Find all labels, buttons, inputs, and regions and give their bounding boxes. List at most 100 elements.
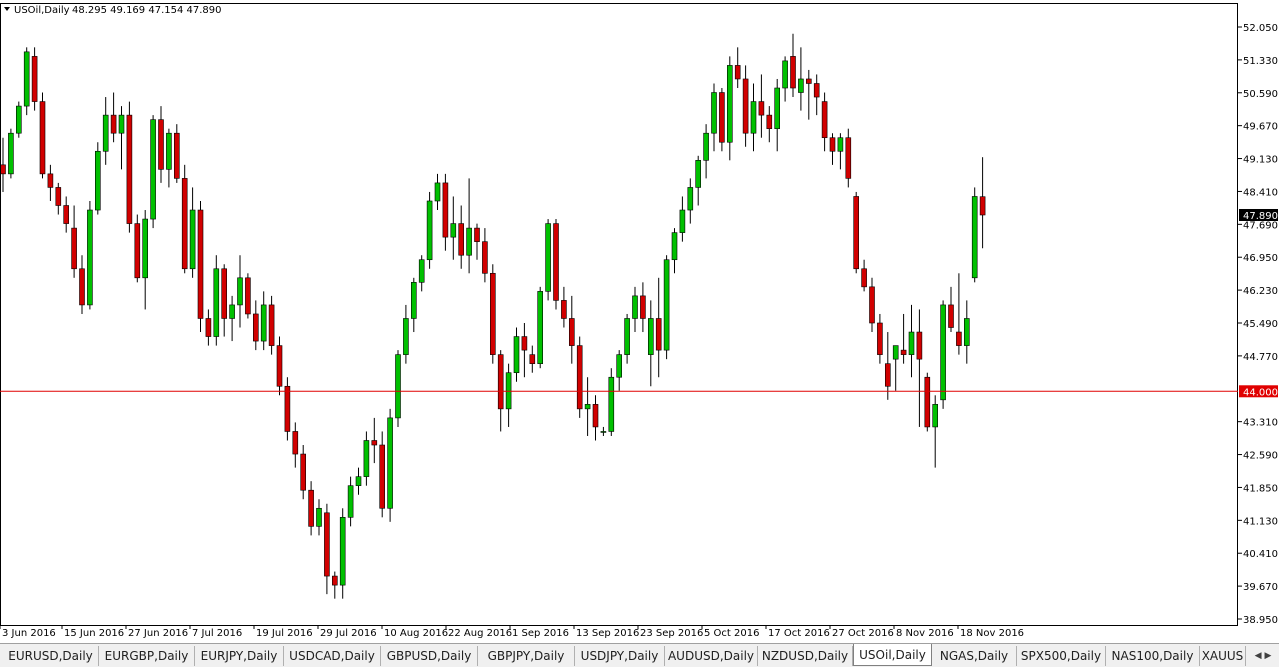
tab-spx500-daily[interactable]: SPX500,Daily bbox=[1017, 646, 1106, 666]
candle bbox=[284, 377, 291, 441]
candle-body-bear bbox=[900, 349, 907, 355]
candle-body-bear bbox=[568, 318, 575, 346]
tab-gbpusd-daily[interactable]: GBPUSD,Daily bbox=[381, 646, 478, 666]
symbol-label: USOil,Daily bbox=[14, 5, 70, 16]
tab-scroll-buttons[interactable]: ◀ ▶ bbox=[1249, 647, 1277, 665]
candle-body-bull bbox=[403, 318, 409, 355]
candle bbox=[339, 508, 346, 599]
candle-body-bull bbox=[347, 485, 354, 518]
candle-body-bear bbox=[948, 304, 954, 328]
level-price-label: 44.000 bbox=[1243, 387, 1278, 398]
candle-body-bear bbox=[758, 101, 765, 116]
tab-usdjpy-daily[interactable]: USDJPY,Daily bbox=[575, 646, 665, 666]
candle bbox=[213, 255, 220, 346]
tab-eurjpy-daily[interactable]: EURJPY,Daily bbox=[195, 646, 284, 666]
candle-body-bull bbox=[355, 476, 362, 486]
tab-xauus[interactable]: XAUUS bbox=[1200, 646, 1246, 666]
candle-body-bear bbox=[47, 173, 54, 188]
candle-body-bull bbox=[410, 282, 417, 319]
candle-body-bull bbox=[624, 318, 630, 355]
candle-body-bull bbox=[971, 196, 978, 279]
candle bbox=[576, 336, 583, 418]
candle bbox=[87, 200, 93, 310]
candle-body-bear bbox=[324, 512, 330, 577]
y-tick-label: 52.050 bbox=[1243, 23, 1278, 34]
candle-body-bull bbox=[316, 507, 322, 527]
tab-nzdusd-daily[interactable]: NZDUSD,Daily bbox=[758, 646, 853, 666]
y-tick-label: 51.330 bbox=[1243, 56, 1278, 67]
candle-body-bear bbox=[268, 304, 275, 346]
candle-body-bull bbox=[450, 223, 457, 238]
tab-eurusd-daily[interactable]: EURUSD,Daily bbox=[3, 646, 99, 666]
candle-body-bull bbox=[395, 354, 401, 419]
candle bbox=[426, 191, 433, 269]
candle-body-bull bbox=[189, 209, 196, 270]
candle-body-bear bbox=[766, 114, 773, 129]
x-tick-label: 1 Sep 2016 bbox=[512, 628, 569, 639]
y-tick-label: 40.410 bbox=[1243, 549, 1278, 560]
candle-body-bull bbox=[102, 114, 109, 152]
candle-body-bull bbox=[229, 304, 235, 319]
tab-eurgbp-daily[interactable]: EURGBP,Daily bbox=[99, 646, 195, 666]
candle-body-bear bbox=[576, 345, 583, 410]
candle bbox=[197, 200, 204, 333]
candle-body-bear bbox=[829, 137, 836, 152]
candle-body-bear bbox=[497, 354, 504, 410]
x-tick-label: 27 Oct 2016 bbox=[832, 628, 894, 639]
candle-body-bear bbox=[379, 444, 386, 509]
tab-usdcad-daily[interactable]: USDCAD,Daily bbox=[284, 646, 381, 666]
candle-body-bear bbox=[640, 295, 646, 319]
candle bbox=[545, 219, 551, 301]
candle-body-bull bbox=[963, 318, 970, 346]
candle-body-bull bbox=[663, 259, 670, 351]
candle-body-bear bbox=[592, 404, 599, 428]
x-tick-label: 17 Oct 2016 bbox=[768, 628, 830, 639]
candle-body-bear bbox=[742, 78, 749, 134]
arrow-left-icon[interactable]: ◀ bbox=[1255, 651, 1262, 661]
candle-body-bull bbox=[632, 295, 638, 319]
y-tick-label: 46.950 bbox=[1243, 253, 1278, 264]
candle-body-bull bbox=[687, 187, 694, 211]
candle-body-bull bbox=[363, 440, 370, 477]
candle bbox=[15, 101, 22, 138]
candle-body-bull bbox=[695, 160, 702, 188]
tab-audusd-daily[interactable]: AUDUSD,Daily bbox=[665, 646, 758, 666]
price-chart[interactable]: 52.05051.33050.59049.67049.13048.41047.6… bbox=[0, 0, 1279, 643]
candle-body-bull bbox=[387, 417, 393, 509]
x-tick-label: 13 Sep 2016 bbox=[576, 628, 639, 639]
candle-body-bull bbox=[545, 223, 551, 292]
arrow-right-icon[interactable]: ▶ bbox=[1264, 651, 1271, 661]
candle bbox=[39, 92, 46, 179]
candle-body-bear bbox=[790, 56, 796, 89]
x-tick-label: 8 Nov 2016 bbox=[896, 628, 954, 639]
candle-body-bear bbox=[655, 318, 662, 351]
candle-body-bear bbox=[71, 227, 77, 270]
candle-body-bear bbox=[221, 268, 227, 319]
candle-body-bull bbox=[142, 218, 148, 279]
candle-body-bear bbox=[561, 300, 567, 319]
tab-ngas-daily[interactable]: NGAS,Daily bbox=[932, 646, 1017, 666]
y-tick-label: 50.590 bbox=[1243, 89, 1278, 100]
tab-gbpjpy-daily[interactable]: GBPJPY,Daily bbox=[478, 646, 575, 666]
y-tick-label: 49.130 bbox=[1243, 155, 1278, 166]
candle bbox=[31, 47, 38, 111]
candle-body-bear bbox=[31, 56, 38, 102]
candle-body-bull bbox=[584, 404, 591, 410]
candle-body-bear bbox=[126, 114, 133, 224]
tab-nas100-daily[interactable]: NAS100,Daily bbox=[1106, 646, 1200, 666]
candle-body-bull bbox=[8, 132, 14, 175]
candle-body-bear bbox=[853, 196, 860, 270]
candle bbox=[174, 124, 180, 183]
candle-body-bear bbox=[458, 223, 465, 256]
candle bbox=[924, 372, 931, 432]
candle-body-bull bbox=[616, 354, 623, 378]
tab-usoil-daily[interactable]: USOil,Daily bbox=[853, 644, 932, 666]
y-tick-label: 45.490 bbox=[1243, 319, 1278, 330]
candle bbox=[553, 219, 559, 310]
candle bbox=[23, 47, 30, 116]
candle-body-bull bbox=[166, 132, 172, 170]
x-tick-label: 10 Aug 2016 bbox=[384, 628, 448, 639]
candle-body-bear bbox=[63, 205, 70, 224]
candle bbox=[95, 142, 101, 215]
candle bbox=[663, 255, 670, 360]
